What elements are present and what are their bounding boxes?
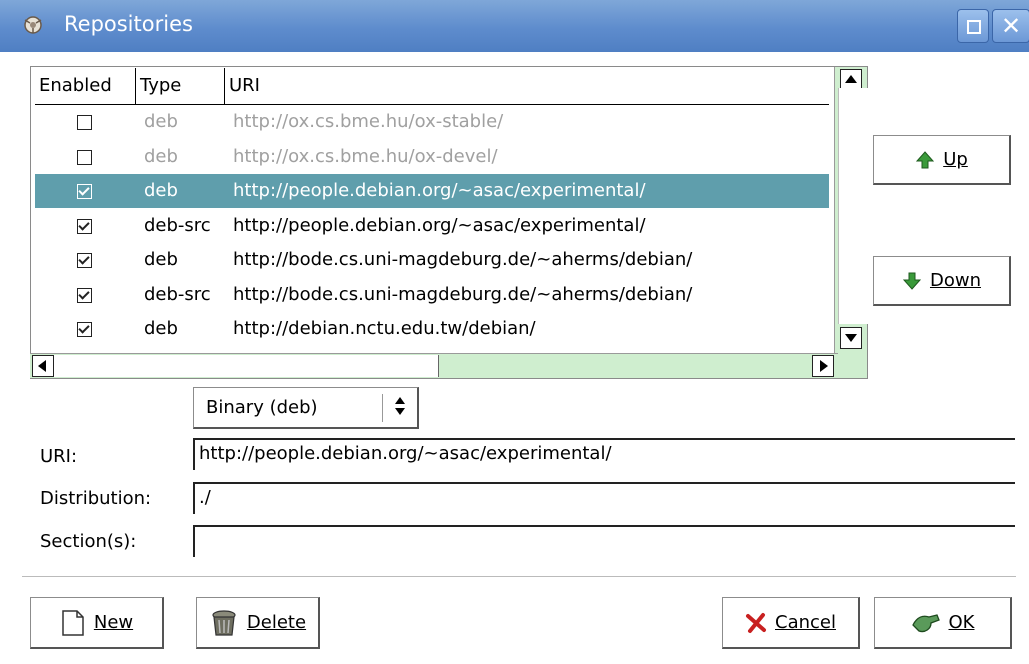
arrow-up-icon bbox=[916, 150, 935, 168]
list-row[interactable]: deb http://debian.nctu.edu.tw/debian/ bbox=[35, 312, 829, 346]
checkbox-checked-icon[interactable] bbox=[77, 218, 92, 234]
row-type: deb-src bbox=[144, 283, 211, 305]
distribution-field[interactable]: ./ bbox=[193, 482, 1015, 514]
scroll-down-arrow-icon[interactable] bbox=[840, 327, 862, 349]
horizontal-scroll-thumb[interactable] bbox=[54, 355, 439, 377]
delete-button-label: Delete bbox=[246, 612, 307, 633]
checkbox-checked-icon[interactable] bbox=[77, 253, 92, 268]
new-button-label: New bbox=[93, 612, 134, 633]
checkbox-unchecked-icon[interactable] bbox=[77, 115, 92, 130]
type-combo-value: Binary (deb) bbox=[206, 397, 318, 418]
row-type: deb bbox=[144, 145, 178, 167]
list-row[interactable]: deb http://ox.cs.bme.hu/ox-devel/ bbox=[35, 140, 829, 174]
row-uri: http://ox.cs.bme.hu/ox-devel/ bbox=[233, 145, 498, 167]
combo-divider bbox=[382, 394, 383, 422]
distribution-label: Distribution: bbox=[40, 488, 152, 509]
delete-button[interactable]: Delete bbox=[196, 597, 320, 649]
type-combo[interactable]: Binary (deb) bbox=[193, 387, 419, 429]
close-icon: ✕ bbox=[1000, 12, 1022, 40]
row-uri: http://people.debian.org/~asac/experimen… bbox=[233, 214, 646, 236]
row-type: deb bbox=[144, 180, 178, 201]
sections-label: Section(s): bbox=[40, 531, 137, 552]
down-button[interactable]: Down bbox=[873, 256, 1011, 306]
divider bbox=[22, 576, 1016, 577]
row-uri: http://bode.cs.uni-magdeburg.de/~aherms/… bbox=[233, 283, 693, 305]
up-button[interactable]: Up bbox=[873, 135, 1011, 185]
sections-field[interactable] bbox=[193, 525, 1015, 557]
row-uri: http://debian.nctu.edu.tw/debian/ bbox=[233, 318, 536, 339]
repositories-window: Repositories ✕ Enabled Type URI deb http:… bbox=[0, 0, 1029, 664]
row-uri: http://bode.cs.uni-magdeburg.de/~aherms/… bbox=[233, 249, 693, 270]
cancel-x-icon bbox=[746, 612, 766, 633]
row-type: deb bbox=[144, 249, 178, 270]
list-row[interactable]: deb-src http://bode.cs.uni-magdeburg.de/~… bbox=[35, 278, 829, 312]
horizontal-scrollbar[interactable] bbox=[30, 353, 838, 378]
repository-list[interactable]: Enabled Type URI deb http://ox.cs.bme.hu/… bbox=[30, 66, 868, 379]
arrow-down-icon bbox=[902, 272, 922, 290]
row-type: deb bbox=[144, 318, 178, 339]
row-uri: http://ox.cs.bme.hu/ox-stable/ bbox=[233, 111, 504, 132]
list-row[interactable]: deb http://ox.cs.bme.hu/ox-stable/ bbox=[35, 105, 829, 139]
list-row[interactable]: deb-src http://people.debian.org/~asac/ex… bbox=[35, 209, 829, 243]
uri-label: URI: bbox=[40, 446, 78, 467]
checkbox-checked-icon[interactable] bbox=[77, 184, 92, 199]
list-header: Enabled Type URI bbox=[35, 68, 829, 105]
list-row[interactable]: deb http://bode.cs.uni-magdeburg.de/~aher… bbox=[35, 243, 829, 277]
row-type: deb-src bbox=[144, 214, 211, 236]
ok-button[interactable]: OK bbox=[874, 597, 1012, 649]
window-title: Repositories bbox=[64, 12, 193, 36]
app-icon bbox=[24, 16, 42, 34]
cancel-button-label: Cancel bbox=[775, 612, 836, 633]
maximize-button[interactable] bbox=[957, 9, 989, 43]
vertical-scroll-thumb[interactable] bbox=[838, 88, 869, 324]
up-button-label: Up bbox=[943, 149, 968, 170]
ok-hand-icon bbox=[911, 613, 940, 632]
down-button-label: Down bbox=[929, 270, 981, 291]
scroll-left-arrow-icon[interactable] bbox=[32, 355, 54, 377]
scroll-right-arrow-icon[interactable] bbox=[812, 355, 834, 377]
ok-button-label: OK bbox=[948, 612, 975, 633]
row-uri: http://people.debian.org/~asac/experimen… bbox=[233, 180, 646, 201]
checkbox-checked-icon[interactable] bbox=[77, 322, 92, 337]
row-type: deb bbox=[144, 111, 178, 132]
list-rows: deb http://ox.cs.bme.hu/ox-stable/deb http… bbox=[35, 105, 829, 378]
column-header-type[interactable]: Type bbox=[136, 68, 225, 104]
close-button[interactable]: ✕ bbox=[992, 9, 1029, 43]
title-bar[interactable]: Repositories ✕ bbox=[0, 0, 1029, 52]
checkbox-unchecked-icon[interactable] bbox=[77, 149, 92, 165]
uri-field[interactable]: http://people.debian.org/~asac/experimen… bbox=[193, 438, 1015, 470]
list-row[interactable]: deb http://people.debian.org/~asac/experi… bbox=[35, 174, 829, 208]
cancel-button[interactable]: Cancel bbox=[722, 597, 860, 649]
column-header-enabled[interactable]: Enabled bbox=[35, 68, 136, 104]
column-header-uri[interactable]: URI bbox=[225, 68, 829, 104]
trash-can-icon bbox=[212, 609, 236, 636]
combo-updown-icon bbox=[390, 393, 410, 423]
checkbox-checked-icon[interactable] bbox=[77, 287, 92, 303]
new-button[interactable]: New bbox=[30, 597, 164, 649]
new-document-icon bbox=[62, 609, 84, 636]
